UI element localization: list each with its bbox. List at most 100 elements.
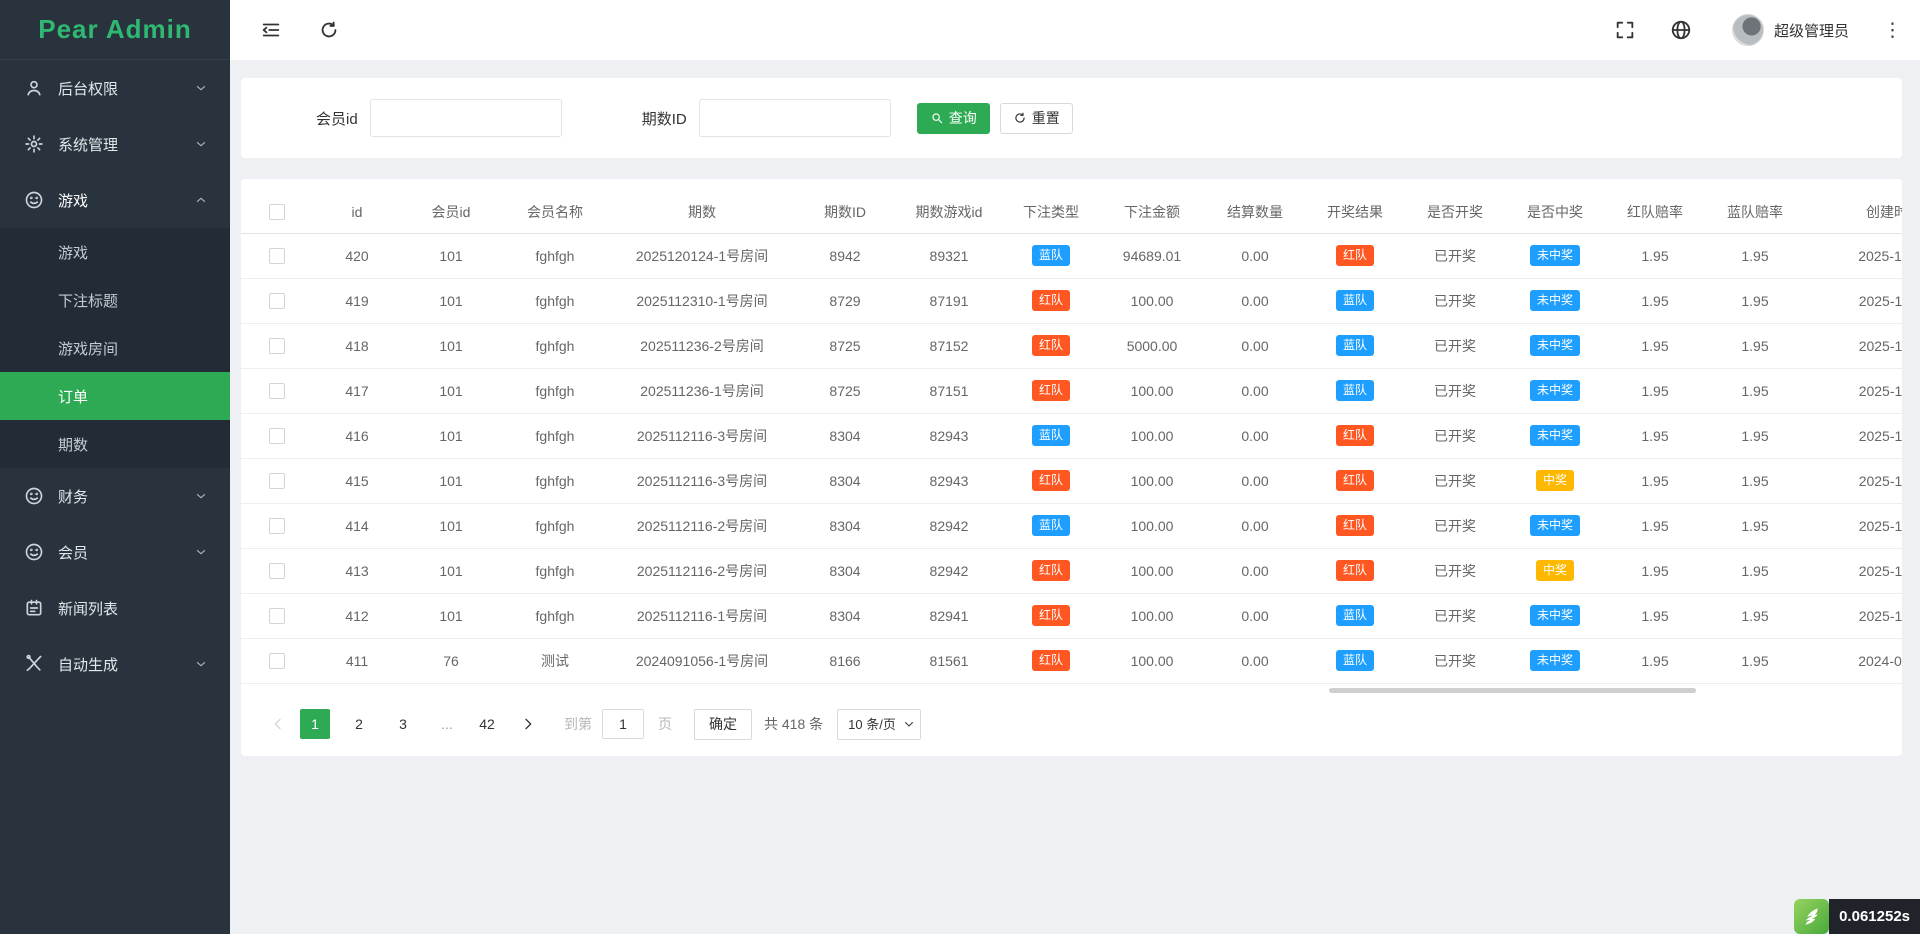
- chevron-up-icon: [194, 193, 208, 207]
- page-number-1[interactable]: 1: [300, 709, 330, 739]
- submenu-item-4[interactable]: 期数: [0, 420, 230, 468]
- cell-settle_qty: 0.00: [1205, 503, 1305, 548]
- search-icon: [930, 111, 944, 125]
- cell-period_game_id: 87191: [895, 278, 1003, 323]
- cell-draw_status: 已开奖: [1405, 593, 1505, 638]
- chevron-down-icon: [194, 657, 208, 671]
- submenu-item-2[interactable]: 游戏房间: [0, 324, 230, 372]
- sidebar-item-5[interactable]: 新闻列表: [0, 580, 230, 636]
- sidebar-item-0[interactable]: 后台权限: [0, 60, 230, 116]
- column-header: 蓝队赔率: [1705, 191, 1805, 233]
- user-icon: [24, 78, 44, 98]
- member-id-input[interactable]: [370, 99, 562, 137]
- cell-period_game_id: 82942: [895, 548, 1003, 593]
- submenu-item-1[interactable]: 下注标题: [0, 276, 230, 324]
- column-header: 下注金额: [1099, 191, 1205, 233]
- cell-id: 416: [313, 413, 401, 458]
- page-number-3[interactable]: 3: [388, 709, 418, 739]
- cell-win_status: 未中奖: [1505, 413, 1605, 458]
- cell-settle_qty: 0.00: [1205, 458, 1305, 503]
- cell-draw_status: 已开奖: [1405, 638, 1505, 683]
- cell-draw_status: 已开奖: [1405, 458, 1505, 503]
- avatar[interactable]: [1732, 14, 1764, 46]
- prev-page-icon[interactable]: [270, 716, 286, 732]
- cell-settle_qty: 0.00: [1205, 548, 1305, 593]
- row-checkbox[interactable]: [269, 563, 285, 579]
- sidebar-item-6[interactable]: 自动生成: [0, 636, 230, 692]
- goto-label: 到第: [564, 714, 592, 734]
- select-all-checkbox[interactable]: [269, 204, 285, 220]
- user-name[interactable]: 超级管理员: [1774, 20, 1849, 41]
- column-header: 会员id: [401, 191, 501, 233]
- cell-id: 411: [313, 638, 401, 683]
- cell-created_at: 2024-09-10: [1805, 638, 1902, 683]
- period-id-input[interactable]: [699, 99, 891, 137]
- column-header: id: [313, 191, 401, 233]
- page-number-42[interactable]: 42: [472, 709, 502, 739]
- table-wrapper: id会员id会员名称期数期数ID期数游戏id下注类型下注金额结算数量开奖结果是否…: [241, 191, 1902, 684]
- cell-win_status: 未中奖: [1505, 368, 1605, 413]
- chevron-down-icon: [194, 81, 208, 95]
- cell-bet_amount: 5000.00: [1099, 323, 1205, 368]
- cell-created_at: 2025-11-23: [1805, 278, 1902, 323]
- cell-blue_odds: 1.95: [1705, 593, 1805, 638]
- more-menu-icon[interactable]: ⋮: [1883, 21, 1902, 40]
- cell-created_at: 2025-11-23: [1805, 323, 1902, 368]
- refresh-icon[interactable]: [318, 19, 340, 41]
- win_status-badge: 未中奖: [1530, 425, 1580, 446]
- sidebar-item-1[interactable]: 系统管理: [0, 116, 230, 172]
- row-checkbox[interactable]: [269, 293, 285, 309]
- win_status-badge: 未中奖: [1530, 245, 1580, 266]
- table-row: 417101fghfgh202511236-1号房间872587151红队100…: [241, 368, 1902, 413]
- row-checkbox[interactable]: [269, 338, 285, 354]
- sidebar-item-3[interactable]: 财务: [0, 468, 230, 524]
- row-checkbox[interactable]: [269, 653, 285, 669]
- cell-draw_result: 红队: [1305, 413, 1405, 458]
- row-checkbox[interactable]: [269, 383, 285, 399]
- cell-blue_odds: 1.95: [1705, 278, 1805, 323]
- sidebar-item-2[interactable]: 游戏: [0, 172, 230, 228]
- cell-period_id: 8725: [795, 323, 895, 368]
- cell-period_id: 8304: [795, 503, 895, 548]
- query-button[interactable]: 查询: [917, 103, 990, 134]
- sidebar: Pear Admin 后台权限系统管理游戏游戏下注标题游戏房间订单期数财务会员新…: [0, 0, 230, 934]
- bet_type-badge: 蓝队: [1032, 515, 1070, 536]
- submenu-item-0[interactable]: 游戏: [0, 228, 230, 276]
- bet_type-badge: 红队: [1032, 560, 1070, 581]
- cell-member_id: 101: [401, 323, 501, 368]
- page-number-2[interactable]: 2: [344, 709, 374, 739]
- fullscreen-icon[interactable]: [1614, 19, 1636, 41]
- cell-bet_type: 红队: [1003, 323, 1099, 368]
- confirm-page-button[interactable]: 确定: [694, 709, 752, 740]
- reset-button[interactable]: 重置: [1000, 103, 1073, 134]
- row-checkbox[interactable]: [269, 608, 285, 624]
- row-checkbox[interactable]: [269, 518, 285, 534]
- cell-win_status: 未中奖: [1505, 503, 1605, 548]
- cell-id: 417: [313, 368, 401, 413]
- cell-member_name: fghfgh: [501, 233, 609, 278]
- row-checkbox[interactable]: [269, 473, 285, 489]
- sidebar-item-4[interactable]: 会员: [0, 524, 230, 580]
- bet_type-badge: 蓝队: [1032, 245, 1070, 266]
- cell-win_status: 未中奖: [1505, 278, 1605, 323]
- column-header: 结算数量: [1205, 191, 1305, 233]
- column-header: 是否中奖: [1505, 191, 1605, 233]
- cell-period_id: 8729: [795, 278, 895, 323]
- row-checkbox[interactable]: [269, 428, 285, 444]
- column-header: 是否开奖: [1405, 191, 1505, 233]
- bet_type-badge: 红队: [1032, 335, 1070, 356]
- goto-page-input[interactable]: [602, 709, 644, 739]
- cell-blue_odds: 1.95: [1705, 368, 1805, 413]
- search-panel: 会员id 期数ID 查询 重置: [241, 78, 1902, 158]
- next-page-icon[interactable]: [520, 716, 536, 732]
- cell-created_at: 2025-11-21: [1805, 548, 1902, 593]
- collapse-sidebar-icon[interactable]: [260, 19, 282, 41]
- row-checkbox[interactable]: [269, 248, 285, 264]
- language-globe-icon[interactable]: [1670, 19, 1692, 41]
- cell-period_game_id: 82943: [895, 413, 1003, 458]
- cell-settle_qty: 0.00: [1205, 368, 1305, 413]
- period-id-label: 期数ID: [642, 108, 687, 129]
- cell-created_at: 2025-11-21: [1805, 413, 1902, 458]
- submenu-item-3[interactable]: 订单: [0, 372, 230, 420]
- per-page-select[interactable]: 10 条/页: [837, 709, 921, 740]
